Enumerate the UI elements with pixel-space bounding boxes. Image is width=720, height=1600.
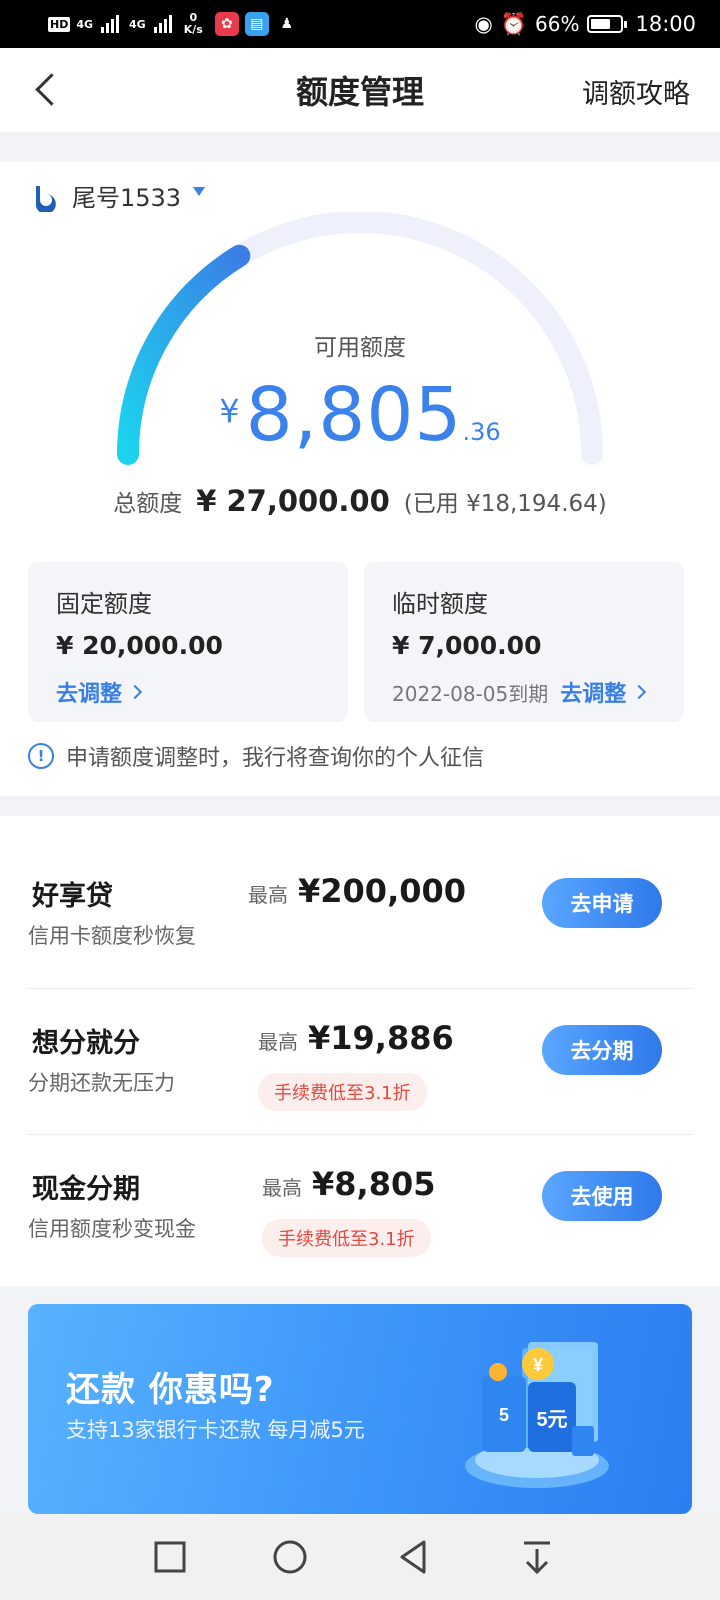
art-coin-symbol: ¥ xyxy=(533,1355,543,1375)
product-desc: 信用卡额度秒恢复 xyxy=(28,924,196,948)
list-item: 想分就分 分期还款无压力 最高 ¥19,886 手续费低至3.1折 去分期 xyxy=(28,988,692,1134)
battery-fill xyxy=(591,19,610,29)
product-max: 最高 ¥19,886 xyxy=(258,1019,454,1057)
speed-unit: K/s xyxy=(183,23,203,36)
status-left: HD 4G 4G 0 K/s ✿ ▤ ♟ xyxy=(48,12,299,36)
credit-check-notice: ! 申请额度调整时，我行将查询你的个人征信 xyxy=(28,740,484,772)
battery-icon xyxy=(587,15,628,33)
status-bar: HD 4G 4G 0 K/s ✿ ▤ ♟ ◉ ⏰ 66% 18:00 xyxy=(0,0,720,48)
product-max: 最高 ¥200,000 xyxy=(248,872,466,910)
temporary-limit-box: 临时额度 ¥ 7,000.00 2022-08-05到期 去调整 xyxy=(364,562,684,722)
list-item: 现金分期 信用额度秒变现金 最高 ¥8,805 手续费低至3.1折 去使用 xyxy=(28,1134,692,1280)
used-amount: (已用 ¥18,194.64) xyxy=(403,491,607,517)
home-icon[interactable] xyxy=(265,1532,315,1582)
hd-badge: HD xyxy=(48,16,71,32)
max-label: 最高 xyxy=(258,1030,298,1054)
system-nav-bar xyxy=(0,1514,720,1600)
fixed-limit-title: 固定额度 xyxy=(56,590,152,618)
credit-limit-card: 尾号1533 可用额度 ¥8,805.36 总额度 ¥ 27,000.00 (已… xyxy=(0,162,720,796)
temporary-limit-title: 临时额度 xyxy=(392,590,488,618)
page-title: 额度管理 xyxy=(295,73,424,111)
network-speed: 0 K/s xyxy=(184,12,203,36)
product-name: 好享贷 xyxy=(32,881,113,912)
temporary-adjust-label: 去调整 xyxy=(560,682,627,707)
available-limit-label: 可用额度 xyxy=(314,335,406,361)
temporary-limit-amount: ¥ 7,000.00 xyxy=(392,631,542,660)
fixed-limit-footer: 去调整 xyxy=(56,676,320,708)
banner-title: 还款 你惠吗? xyxy=(66,1370,275,1410)
coupon-illustration-icon: 5 5元 ¥ xyxy=(465,1342,609,1488)
fixed-adjust-label: 去调整 xyxy=(56,682,123,707)
max-label: 最高 xyxy=(262,1176,302,1200)
temporary-limit-expiry: 2022-08-05到期 xyxy=(392,681,549,706)
info-icon: ! xyxy=(28,743,54,769)
available-decimal: .36 xyxy=(462,418,501,446)
total-limit-label: 总额度 xyxy=(113,491,183,517)
app-header: 额度管理 调额攻略 xyxy=(0,48,720,132)
network-4g-label-1: 4G xyxy=(76,17,94,31)
fee-discount-badge: 手续费低至3.1折 xyxy=(262,1219,431,1257)
limit-guide-link[interactable]: 调额攻略 xyxy=(582,72,690,111)
temporary-limit-footer: 2022-08-05到期 去调整 xyxy=(392,676,656,708)
product-desc: 分期还款无压力 xyxy=(28,1071,175,1095)
card-selector[interactable]: 尾号1533 xyxy=(30,178,206,213)
bank-logo-icon xyxy=(36,185,56,212)
loan-products-list: 好享贷 信用卡额度秒恢复 最高 ¥200,000 去申请 想分就分 分期还款无压… xyxy=(0,816,720,1286)
fixed-limit-box: 固定额度 ¥ 20,000.00 去调整 xyxy=(28,562,348,722)
product-max: 最高 ¥8,805 xyxy=(262,1165,435,1203)
app-notification-icon: ✿ xyxy=(214,12,239,36)
signal-icon-2 xyxy=(153,15,172,33)
apply-button[interactable]: 去申请 xyxy=(542,878,662,928)
notification-shade-icon[interactable] xyxy=(512,1532,562,1582)
repayment-promo-banner[interactable]: 还款 你惠吗? 支持13家银行卡还款 每月减5元 5 5元 ¥ xyxy=(28,1304,692,1514)
max-value: ¥8,805 xyxy=(312,1165,436,1203)
available-integer: 8,805 xyxy=(245,372,463,458)
back-nav-icon[interactable] xyxy=(390,1532,440,1582)
chevron-right-icon xyxy=(632,684,647,700)
list-item: 好享贷 信用卡额度秒恢复 最高 ¥200,000 去申请 xyxy=(28,842,692,988)
chevron-right-icon xyxy=(127,684,143,700)
signal-icon xyxy=(101,15,120,33)
product-desc: 信用额度秒变现金 xyxy=(28,1217,196,1241)
total-limit-row: 总额度 ¥ 27,000.00 (已用 ¥18,194.64) xyxy=(0,484,720,518)
alarm-icon: ⏰ xyxy=(500,11,528,36)
product-name: 想分就分 xyxy=(32,1028,140,1059)
qq-icon: ♟ xyxy=(280,16,294,32)
max-value: ¥19,886 xyxy=(308,1019,454,1057)
fee-discount-badge: 手续费低至3.1折 xyxy=(258,1073,427,1111)
card-tail-number: 尾号1533 xyxy=(72,184,182,212)
product-name: 现金分期 xyxy=(32,1174,140,1205)
use-button[interactable]: 去使用 xyxy=(542,1171,662,1221)
max-label: 最高 xyxy=(248,883,288,907)
max-value: ¥200,000 xyxy=(298,872,467,910)
available-limit-amount: ¥8,805.36 xyxy=(0,372,720,458)
fixed-adjust-link[interactable]: 去调整 xyxy=(56,676,143,708)
installment-button[interactable]: 去分期 xyxy=(542,1025,662,1075)
available-currency: ¥ xyxy=(219,392,240,430)
art-text-5: 5 xyxy=(499,1405,509,1425)
fixed-limit-amount: ¥ 20,000.00 xyxy=(56,631,223,660)
back-icon[interactable] xyxy=(28,70,68,110)
network-4g-label-2: 4G xyxy=(129,17,146,31)
temporary-adjust-link[interactable]: 去调整 xyxy=(560,676,647,708)
recent-apps-icon[interactable] xyxy=(145,1532,195,1582)
notice-text: 申请额度调整时，我行将查询你的个人征信 xyxy=(66,746,485,771)
total-limit-amount: ¥ 27,000.00 xyxy=(196,484,390,518)
clock: 18:00 xyxy=(635,12,696,36)
art-text-5yuan: 5元 xyxy=(536,1409,567,1431)
eye-icon: ◉ xyxy=(474,12,493,36)
battery-percent: 66% xyxy=(535,12,580,36)
dropdown-caret-icon xyxy=(193,187,206,196)
banner-subtitle: 支持13家银行卡还款 每月减5元 xyxy=(66,1418,365,1442)
status-right: ◉ ⏰ 66% 18:00 xyxy=(475,12,696,37)
reader-app-icon: ▤ xyxy=(244,12,269,36)
